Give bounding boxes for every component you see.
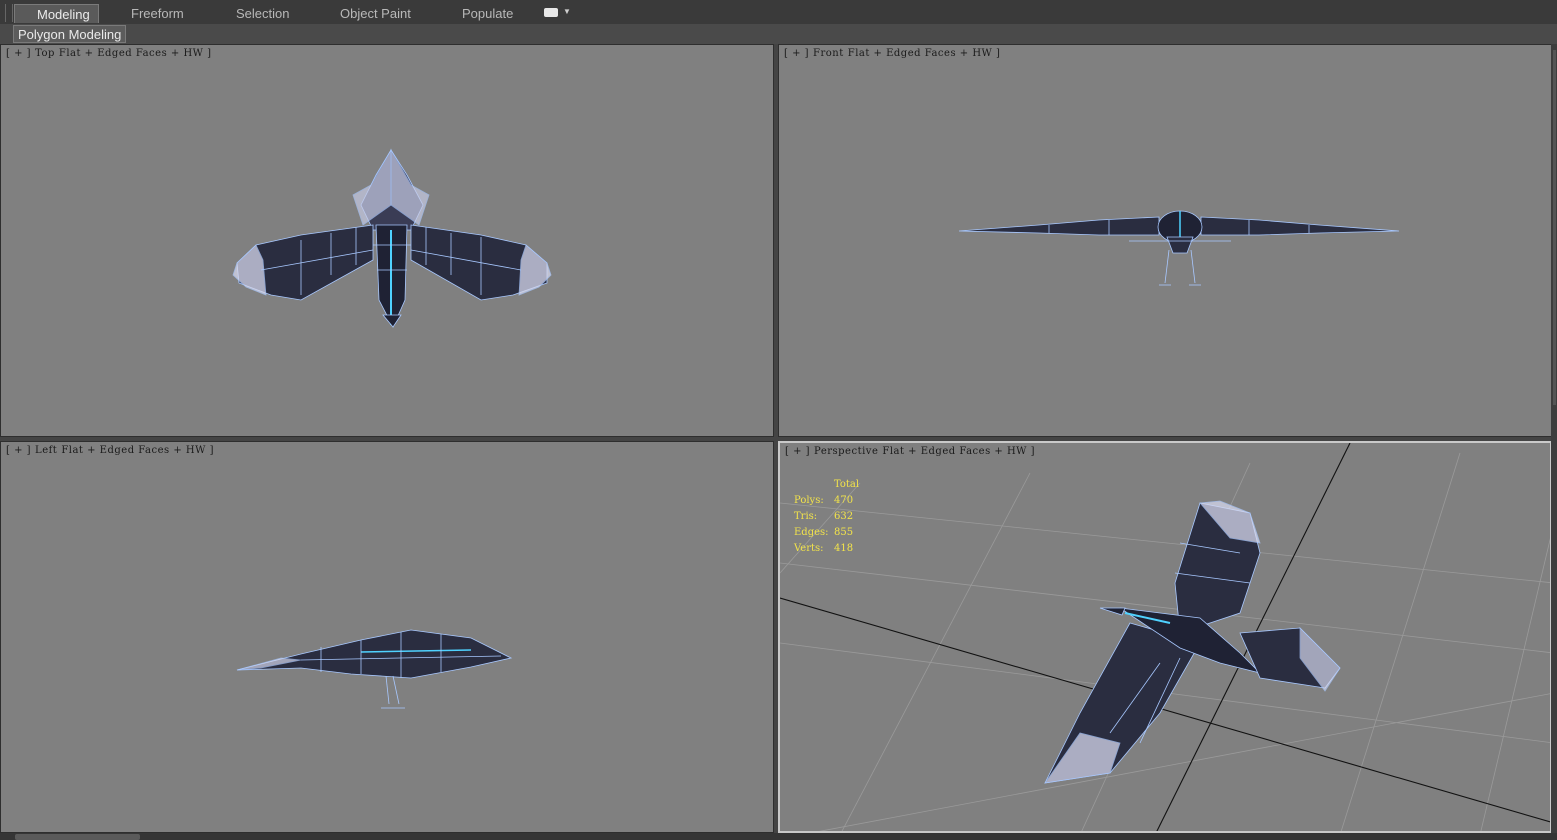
stats-polys-value: 470 xyxy=(834,495,854,506)
stats-edges-value: 855 xyxy=(834,527,854,538)
viewport-front[interactable]: [ + ] Front Flat + Edged Faces + HW ] xyxy=(778,44,1552,437)
time-slider[interactable] xyxy=(15,834,140,840)
viewport-left[interactable]: [ + ] Left Flat + Edged Faces + HW ] xyxy=(0,441,774,833)
perspective-grid-and-mesh xyxy=(780,443,1550,831)
ribbon-panel-bar: Polygon Modeling xyxy=(0,24,1557,44)
stats-header: Total xyxy=(834,479,860,490)
stats-tris-label: Tris: xyxy=(794,511,818,522)
tab-modeling[interactable]: Modeling xyxy=(14,4,99,23)
scrollbar-thumb[interactable] xyxy=(1553,50,1556,405)
viewport-top[interactable]: [ + ] Top Flat + Edged Faces + HW ] xyxy=(0,44,774,437)
stats-edges-label: Edges: xyxy=(794,527,829,538)
tab-object-paint[interactable]: Object Paint xyxy=(340,4,411,23)
tab-selection[interactable]: Selection xyxy=(236,4,289,23)
chevron-down-icon[interactable]: ▼ xyxy=(563,7,571,16)
polygon-stats-overlay: Total Polys: 470 Tris: 632 Edges: 855 Verts… xyxy=(794,477,859,557)
stats-polys-label: Polys: xyxy=(794,495,824,506)
tab-freeform[interactable]: Freeform xyxy=(131,4,184,23)
stats-verts-value: 418 xyxy=(834,543,854,554)
tab-populate[interactable]: Populate xyxy=(462,4,513,23)
expand-dropdown-icon[interactable] xyxy=(544,8,558,17)
left-view-mesh xyxy=(236,629,513,709)
stats-tris-value: 632 xyxy=(834,511,854,522)
front-view-mesh xyxy=(958,210,1400,286)
ribbon-toolbar: Modeling Freeform Selection Object Paint… xyxy=(0,0,1557,25)
top-view-mesh xyxy=(232,148,552,328)
timeline-bar xyxy=(0,833,1557,840)
ribbon-grip-handle[interactable] xyxy=(5,4,13,22)
viewport-perspective[interactable]: [ + ] Perspective Flat + Edged Faces + HW … xyxy=(778,441,1552,833)
stats-verts-label: Verts: xyxy=(794,543,824,554)
polygon-modeling-panel-button[interactable]: Polygon Modeling xyxy=(13,25,127,43)
